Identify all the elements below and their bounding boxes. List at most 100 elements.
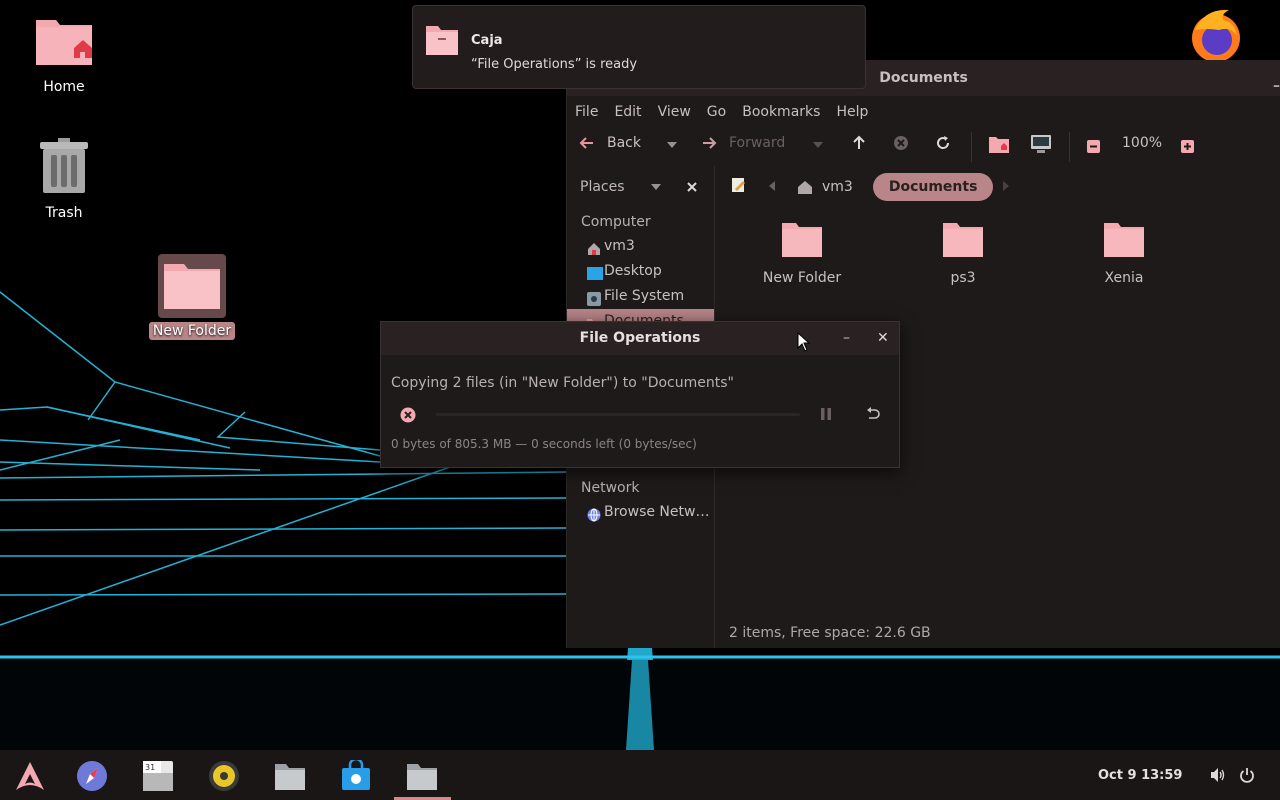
zoom-out-button[interactable]	[1087, 140, 1100, 153]
sidebar-item-file-system[interactable]: File System	[567, 284, 714, 309]
menu-help[interactable]: Help	[836, 104, 868, 120]
arch-menu-icon[interactable]	[14, 760, 46, 792]
up-button[interactable]	[851, 135, 867, 151]
stop-icon	[894, 136, 908, 150]
trash-icon	[30, 134, 98, 198]
sidebar-item-label: File System	[604, 288, 685, 304]
notification-title: Caja	[471, 33, 503, 48]
menu-edit[interactable]: Edit	[614, 104, 641, 120]
menu-bookmarks[interactable]: Bookmarks	[742, 104, 820, 120]
back-history-dropdown[interactable]	[667, 142, 677, 148]
desktop-icon-label: Home	[43, 79, 85, 95]
sidebar-item-browse-network[interactable]: Browse Netw…	[567, 500, 714, 525]
chevron-down-icon	[667, 142, 677, 148]
reload-button[interactable]	[935, 135, 951, 151]
menu-view[interactable]: View	[658, 104, 691, 120]
dialog-title: File Operations	[579, 330, 701, 346]
sidebar-item-label: vm3	[604, 238, 635, 254]
file-manager-icon[interactable]	[406, 760, 438, 792]
chevron-down-icon[interactable]	[651, 184, 661, 190]
chevron-down-icon	[813, 142, 823, 148]
desktop-icon-label: Trash	[45, 205, 83, 221]
folder-icon	[1104, 223, 1144, 257]
forward-button[interactable]: Forward	[701, 135, 785, 151]
queue-operation-button[interactable]	[865, 406, 881, 426]
desktop-icon-trash[interactable]: Trash	[14, 134, 114, 222]
arrow-up-icon	[853, 135, 865, 149]
file-label: New Folder	[762, 270, 842, 286]
file-item-new-folder[interactable]: New Folder	[742, 220, 862, 286]
file-label: ps3	[950, 270, 976, 286]
firefox-icon[interactable]	[1187, 8, 1245, 64]
notification-popup[interactable]: Caja “File Operations” is ready	[412, 5, 866, 89]
path-scroll-left-icon[interactable]	[769, 179, 775, 195]
status-bar: 2 items, Free space: 22.6 GB	[729, 625, 931, 641]
menubar: File Edit View Go Bookmarks Help	[567, 96, 1280, 128]
software-store-icon[interactable]	[340, 757, 372, 792]
pause-icon	[821, 408, 831, 420]
zoom-level[interactable]: 100%	[1122, 135, 1162, 151]
mouse-cursor-icon	[797, 331, 811, 356]
minimize-icon[interactable]: –	[843, 322, 850, 355]
crumb-documents[interactable]: Documents	[872, 173, 994, 201]
stop-button[interactable]	[893, 135, 909, 151]
dialog-titlebar[interactable]: File Operations – ✕	[381, 322, 899, 355]
desktop-icon	[587, 265, 603, 280]
folder-icon	[782, 223, 822, 257]
edit-location-icon[interactable]	[731, 177, 747, 197]
forward-history-dropdown[interactable]	[813, 142, 823, 148]
clock[interactable]: Oct 9 13:59	[1098, 768, 1182, 783]
zoom-in-button[interactable]	[1181, 140, 1194, 153]
desktop-icon-new-folder[interactable]: New Folder	[142, 254, 242, 340]
file-item-xenia[interactable]: Xenia	[1064, 220, 1184, 286]
sidebar-item-vm3[interactable]: vm3	[567, 234, 714, 259]
sidebar-item-label: Browse Netw…	[604, 504, 710, 520]
toolbar-separator	[971, 132, 972, 162]
volume-icon[interactable]	[1210, 767, 1226, 787]
sidebar-item-label: Desktop	[604, 263, 662, 279]
desktop-icon-label: New Folder	[148, 322, 236, 340]
crumb-label: vm3	[822, 179, 853, 195]
path-scroll-right-icon[interactable]	[1003, 179, 1010, 195]
file-manager-icon	[425, 24, 459, 60]
web-browser-icon[interactable]	[76, 760, 108, 792]
pause-operation-button[interactable]	[819, 407, 833, 425]
back-label: Back	[607, 135, 641, 151]
zoom-out-icon	[1087, 140, 1100, 153]
operation-detail: 0 bytes of 805.3 MB — 0 seconds left (0 …	[391, 437, 697, 451]
close-sidebar-icon[interactable]	[687, 182, 697, 192]
cancel-icon	[400, 407, 416, 423]
files-icon[interactable]	[274, 760, 306, 792]
desktop-icon-home[interactable]: Home	[14, 10, 114, 96]
sidebar-header: Places	[567, 166, 714, 208]
computer-button[interactable]	[1031, 135, 1051, 153]
svg-text:31: 31	[145, 763, 155, 772]
home-icon	[798, 181, 812, 194]
music-player-icon[interactable]	[208, 760, 240, 792]
toolbar: Back Forward 100%	[567, 128, 1280, 166]
home-button[interactable]	[989, 135, 1009, 153]
copy-progress-bar	[436, 413, 800, 416]
back-button[interactable]: Back	[579, 135, 641, 151]
file-item-ps3[interactable]: ps3	[903, 220, 1023, 286]
crumb-vm3[interactable]: vm3	[797, 179, 853, 195]
calendar-icon[interactable]: 31	[142, 760, 174, 792]
menu-file[interactable]: File	[575, 104, 598, 120]
drive-icon	[587, 290, 601, 306]
cancel-operation-button[interactable]	[400, 407, 416, 427]
close-icon[interactable]: ✕	[877, 322, 889, 355]
sidebar-section-computer: Computer	[581, 214, 651, 230]
sidebar-type-selector[interactable]: Places	[580, 179, 625, 195]
sidebar-item-desktop[interactable]: Desktop	[567, 259, 714, 284]
zoom-in-icon	[1181, 140, 1194, 153]
menu-go[interactable]: Go	[707, 104, 726, 120]
notification-message: “File Operations” is ready	[471, 57, 638, 72]
monitor-icon	[1031, 135, 1051, 153]
window-title: Documents	[879, 70, 968, 86]
forward-label: Forward	[729, 135, 786, 151]
arrow-right-icon	[703, 137, 717, 149]
power-icon[interactable]	[1239, 767, 1255, 787]
sidebar-section-network: Network	[581, 480, 640, 496]
minimize-icon[interactable]: –	[1273, 68, 1280, 104]
network-icon	[587, 506, 601, 521]
